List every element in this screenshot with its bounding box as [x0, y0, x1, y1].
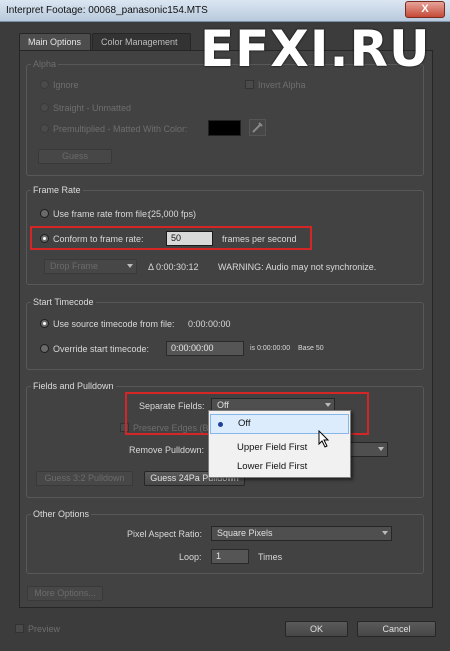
- other-options-group: [26, 514, 424, 574]
- override-timecode-radio[interactable]: [40, 344, 49, 353]
- guess-32-pulldown-button[interactable]: Guess 3:2 Pulldown: [36, 471, 133, 486]
- eyedropper-icon: [252, 122, 263, 133]
- loop-input[interactable]: 1: [211, 549, 249, 564]
- conform-highlight-box: [30, 226, 312, 250]
- straight-label: Straight - Unmatted: [53, 103, 132, 113]
- tab-label: Main Options: [28, 37, 82, 47]
- alpha-group-title: Alpha: [31, 59, 59, 69]
- mouse-cursor-icon: [318, 430, 330, 448]
- override-timecode-input[interactable]: 0:00:00:00: [166, 341, 244, 356]
- other-options-title: Other Options: [31, 509, 92, 519]
- remove-pulldown-dropdown[interactable]: [348, 442, 388, 457]
- chevron-down-icon: [382, 531, 388, 535]
- loop-times-label: Times: [258, 552, 283, 562]
- close-icon: X: [421, 3, 429, 15]
- audio-warning: WARNING: Audio may not synchronize.: [218, 262, 377, 272]
- tab-label: Color Management: [101, 37, 178, 47]
- ok-button[interactable]: OK: [285, 621, 348, 637]
- start-timecode-title: Start Timecode: [31, 297, 96, 307]
- frame-rate-title: Frame Rate: [31, 185, 83, 195]
- use-source-timecode-radio[interactable]: [40, 319, 49, 328]
- watermark-text: EFXI.RU: [200, 20, 431, 78]
- remove-pulldown-label: Remove Pulldown:: [129, 445, 205, 455]
- ignore-radio[interactable]: [40, 80, 49, 89]
- override-is-label: is 0:00:00:00: [250, 345, 291, 352]
- alpha-guess-button[interactable]: Guess: [38, 149, 112, 164]
- cancel-button[interactable]: Cancel: [357, 621, 436, 637]
- duration-delta: Δ 0:00:30:12: [148, 262, 199, 272]
- drop-frame-dropdown[interactable]: Drop Frame: [44, 259, 137, 274]
- straight-radio[interactable]: [40, 103, 49, 112]
- preview-checkbox[interactable]: [15, 624, 24, 633]
- loop-label: Loop:: [179, 552, 202, 562]
- more-options-button[interactable]: More Options...: [27, 586, 103, 601]
- tab-main-options[interactable]: Main Options: [19, 33, 91, 50]
- fields-pulldown-title: Fields and Pulldown: [31, 381, 116, 391]
- override-timecode-label: Override start timecode:: [53, 344, 150, 354]
- premultiplied-label: Premultiplied - Matted With Color:: [53, 124, 188, 134]
- source-timecode-value: 0:00:00:00: [188, 319, 231, 329]
- file-fps-value: (25,000 fps): [148, 209, 197, 219]
- tab-color-management[interactable]: Color Management: [92, 33, 191, 50]
- pixel-aspect-ratio-label: Pixel Aspect Ratio:: [127, 529, 203, 539]
- selected-bullet-icon: [218, 422, 223, 427]
- premultiplied-radio[interactable]: [40, 124, 49, 133]
- pixel-aspect-ratio-dropdown[interactable]: Square Pixels: [211, 526, 392, 541]
- menu-item-lower-field-first[interactable]: Lower Field First: [210, 457, 349, 477]
- use-source-timecode-label: Use source timecode from file:: [53, 319, 175, 329]
- chevron-down-icon: [378, 447, 384, 451]
- eyedropper-button[interactable]: [249, 119, 266, 136]
- window-title: Interpret Footage: 00068_panasonic154.MT…: [6, 5, 208, 16]
- use-file-frame-rate-radio[interactable]: [40, 209, 49, 218]
- timecode-base-label: Base 50: [298, 345, 324, 352]
- preview-label: Preview: [28, 624, 61, 634]
- chevron-down-icon: [127, 264, 133, 268]
- matte-color-swatch[interactable]: [208, 120, 241, 136]
- start-timecode-group: [26, 302, 424, 370]
- use-file-frame-rate-label: Use frame rate from file:: [53, 209, 150, 219]
- ignore-label: Ignore: [53, 80, 79, 90]
